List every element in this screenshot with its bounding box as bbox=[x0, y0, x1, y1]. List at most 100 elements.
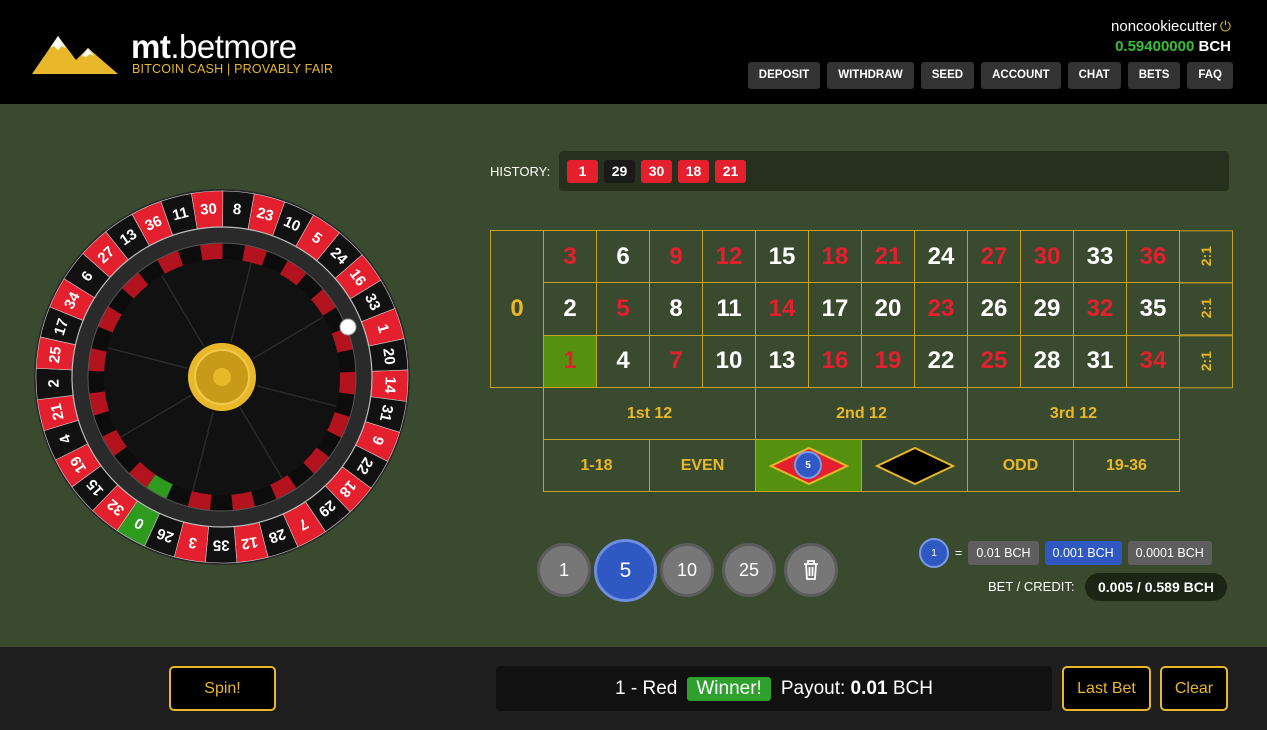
even-bet[interactable]: EVEN bbox=[649, 439, 756, 492]
brand-name[interactable]: mt.betmore bbox=[131, 28, 297, 66]
number-cell-7[interactable]: 7 bbox=[649, 334, 703, 388]
username: noncookiecutter bbox=[1111, 18, 1217, 35]
withdraw-button[interactable]: WITHDRAW bbox=[827, 62, 914, 89]
wheel-number: 2 bbox=[45, 379, 62, 388]
number-cell-19[interactable]: 19 bbox=[861, 334, 915, 388]
number-cell-26[interactable]: 26 bbox=[967, 282, 1021, 336]
last-bet-button[interactable]: Last Bet bbox=[1062, 666, 1151, 711]
number-cell-3[interactable]: 3 bbox=[543, 230, 597, 284]
dozen-bet-2[interactable]: 2nd 12 bbox=[755, 387, 968, 440]
number-cell-22[interactable]: 22 bbox=[914, 334, 968, 388]
unit-option-0.001[interactable]: 0.001 BCH bbox=[1044, 541, 1122, 565]
number-cell-32[interactable]: 32 bbox=[1073, 282, 1127, 336]
logout-power-icon[interactable]: ⏻ bbox=[1220, 18, 1231, 34]
mountain-logo-icon[interactable] bbox=[32, 30, 120, 76]
roulette-wheel: 032151942122517346271336 11 30 8 23 105241633… bbox=[34, 189, 410, 565]
user-panel: noncookiecutter ⏻ 0.59400000 BCH bbox=[1111, 18, 1231, 55]
number-cell-2[interactable]: 2 bbox=[543, 282, 597, 336]
trash-icon[interactable] bbox=[784, 543, 838, 597]
number-cell-27[interactable]: 27 bbox=[967, 230, 1021, 284]
black-bet[interactable] bbox=[861, 439, 968, 492]
number-cell-8[interactable]: 8 bbox=[649, 282, 703, 336]
number-cell-36[interactable]: 36 bbox=[1126, 230, 1180, 284]
history-chip: 30 bbox=[641, 160, 672, 183]
chip-25[interactable]: 25 bbox=[722, 543, 776, 597]
history-chip: 29 bbox=[604, 160, 635, 183]
faq-button[interactable]: FAQ bbox=[1187, 62, 1233, 89]
account-button[interactable]: ACCOUNT bbox=[981, 62, 1061, 89]
wheel-number: 35 bbox=[213, 536, 230, 553]
payout: Payout: 0.01 BCH bbox=[780, 677, 933, 699]
number-cell-1[interactable]: 1 bbox=[543, 334, 597, 388]
chip-5-selected[interactable]: 5 bbox=[594, 539, 657, 602]
odd-bet[interactable]: ODD bbox=[967, 439, 1074, 492]
result-text: 1 - Red bbox=[615, 677, 678, 699]
spin-button[interactable]: Spin! bbox=[169, 666, 276, 711]
dozen-bet-1[interactable]: 1st 12 bbox=[543, 387, 756, 440]
unit-option-0.01[interactable]: 0.01 BCH bbox=[968, 541, 1039, 565]
number-cell-28[interactable]: 28 bbox=[1020, 334, 1074, 388]
chip-1[interactable]: 1 bbox=[537, 543, 591, 597]
wheel-number: 21 bbox=[48, 402, 68, 422]
unit-equals: = bbox=[955, 546, 963, 560]
number-cell-6[interactable]: 6 bbox=[596, 230, 650, 284]
wheel-number: 31 bbox=[376, 403, 396, 423]
number-cell-31[interactable]: 31 bbox=[1073, 334, 1127, 388]
number-cell-23[interactable]: 23 bbox=[914, 282, 968, 336]
wheel-number: 25 bbox=[46, 345, 65, 364]
number-cell-18[interactable]: 18 bbox=[808, 230, 862, 284]
number-cell-34[interactable]: 34 bbox=[1126, 334, 1180, 388]
nav-bar: DEPOSIT WITHDRAW SEED ACCOUNT CHAT BETS … bbox=[747, 62, 1233, 89]
number-cell-35[interactable]: 35 bbox=[1126, 282, 1180, 336]
number-cell-12[interactable]: 12 bbox=[702, 230, 756, 284]
placed-chip[interactable]: 5 bbox=[794, 451, 822, 479]
number-cell-9[interactable]: 9 bbox=[649, 230, 703, 284]
number-cell-21[interactable]: 21 bbox=[861, 230, 915, 284]
history-chip: 21 bbox=[715, 160, 746, 183]
seed-button[interactable]: SEED bbox=[920, 62, 975, 89]
number-cell-33[interactable]: 33 bbox=[1073, 230, 1127, 284]
unit-selector: 1 = 0.01 BCH 0.001 BCH 0.0001 BCH bbox=[919, 538, 1212, 568]
red-bet[interactable]: 5 bbox=[755, 439, 862, 492]
wheel-hub-cap bbox=[213, 368, 231, 386]
header: mt.betmore BITCOIN CASH | PROVABLY FAIR … bbox=[0, 0, 1267, 104]
column-bet-1[interactable]: 2:1 bbox=[1179, 230, 1233, 284]
number-cell-24[interactable]: 24 bbox=[914, 230, 968, 284]
column-bet-3[interactable]: 2:1 bbox=[1179, 334, 1233, 388]
number-cell-29[interactable]: 29 bbox=[1020, 282, 1074, 336]
number-cell-20[interactable]: 20 bbox=[861, 282, 915, 336]
number-cell-13[interactable]: 13 bbox=[755, 334, 809, 388]
number-cell-5[interactable]: 5 bbox=[596, 282, 650, 336]
number-cell-11[interactable]: 11 bbox=[702, 282, 756, 336]
chip-10[interactable]: 10 bbox=[660, 543, 714, 597]
low-1-18-bet[interactable]: 1-18 bbox=[543, 439, 650, 492]
number-cell-17[interactable]: 17 bbox=[808, 282, 862, 336]
history-label: HISTORY: bbox=[490, 164, 551, 179]
wheel-number: 14 bbox=[381, 376, 399, 394]
bets-button[interactable]: BETS bbox=[1127, 62, 1181, 89]
number-cell-4[interactable]: 4 bbox=[596, 334, 650, 388]
number-cell-0[interactable]: 0 bbox=[490, 230, 544, 388]
column-bet-2[interactable]: 2:1 bbox=[1179, 282, 1233, 336]
roulette-ball bbox=[339, 318, 357, 336]
number-cell-25[interactable]: 25 bbox=[967, 334, 1021, 388]
wheel-number: 20 bbox=[379, 347, 398, 366]
wheel-number: 8 bbox=[232, 201, 242, 219]
history-chip: 18 bbox=[678, 160, 709, 183]
number-cell-16[interactable]: 16 bbox=[808, 334, 862, 388]
unit-option-0.0001[interactable]: 0.0001 BCH bbox=[1127, 541, 1212, 565]
wheel-number: 12 bbox=[240, 533, 259, 553]
history-chip: 1 bbox=[567, 160, 598, 183]
balance: 0.59400000 BCH bbox=[1115, 38, 1231, 55]
chat-button[interactable]: CHAT bbox=[1067, 62, 1121, 89]
number-cell-14[interactable]: 14 bbox=[755, 282, 809, 336]
brand-tagline: BITCOIN CASH | PROVABLY FAIR bbox=[132, 62, 334, 76]
clear-button[interactable]: Clear bbox=[1160, 666, 1228, 711]
dozen-bet-3[interactable]: 3rd 12 bbox=[967, 387, 1180, 440]
number-cell-15[interactable]: 15 bbox=[755, 230, 809, 284]
high-19-36-bet[interactable]: 19-36 bbox=[1073, 439, 1180, 492]
black-diamond-icon bbox=[874, 446, 955, 485]
number-cell-10[interactable]: 10 bbox=[702, 334, 756, 388]
number-cell-30[interactable]: 30 bbox=[1020, 230, 1074, 284]
deposit-button[interactable]: DEPOSIT bbox=[747, 62, 821, 89]
